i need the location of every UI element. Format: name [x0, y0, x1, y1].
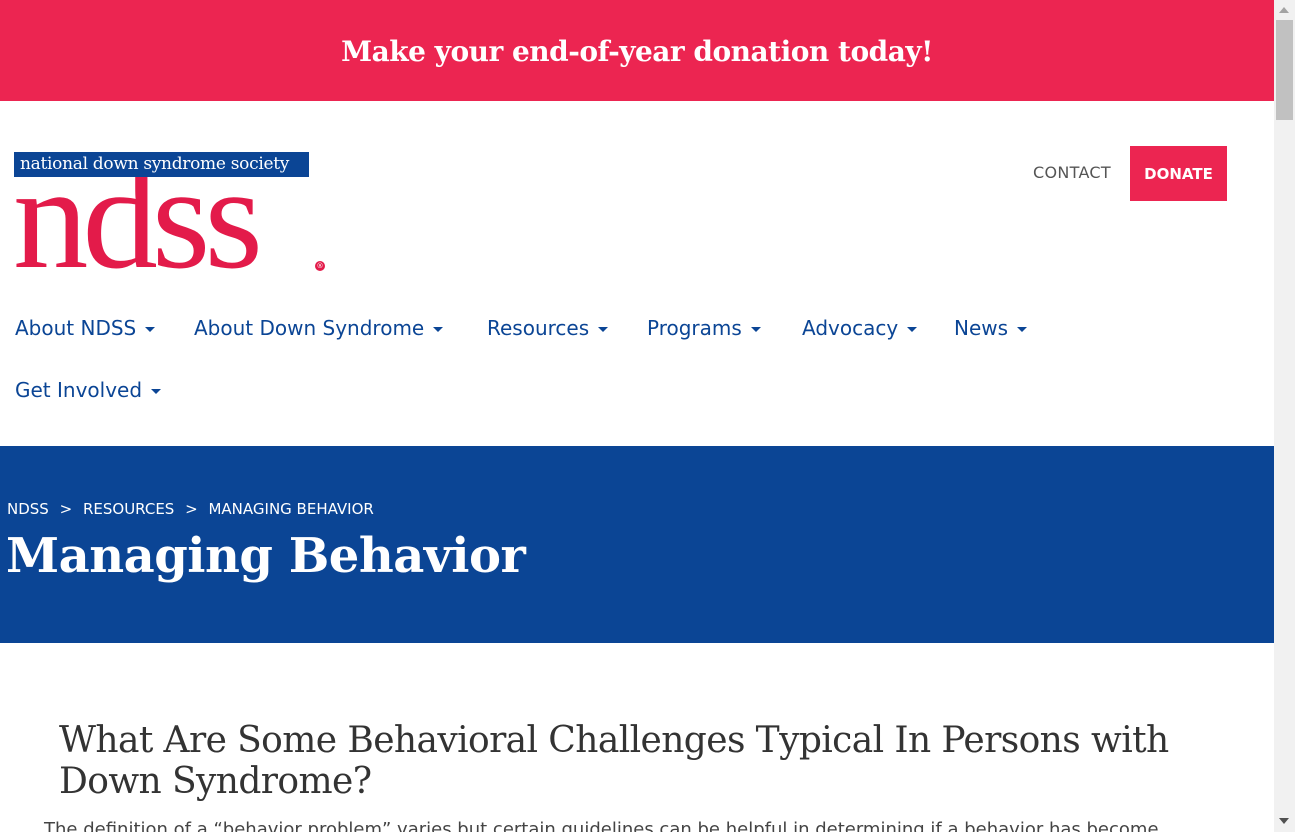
caret-down-icon [598, 326, 609, 332]
breadcrumb-separator: > [185, 500, 198, 518]
caret-down-icon [750, 326, 761, 332]
caret-down-icon [433, 326, 444, 332]
body-paragraph: The definition of a “behavior problem” v… [44, 819, 1159, 832]
caret-down-icon [1017, 326, 1028, 332]
nav-label: Get Involved [15, 378, 143, 402]
nav-label: Advocacy [802, 316, 899, 340]
nav-label: Resources [487, 316, 590, 340]
scroll-down-arrow-icon[interactable] [1279, 818, 1289, 824]
nav-label: Programs [647, 316, 742, 340]
donate-button[interactable]: DONATE [1130, 146, 1227, 201]
nav-get-involved[interactable]: Get Involved [15, 378, 162, 402]
scrollbar-thumb[interactable] [1276, 20, 1293, 120]
breadcrumb-resources[interactable]: RESOURCES [83, 500, 174, 518]
breadcrumb-ndss[interactable]: NDSS [7, 500, 49, 518]
nav-label: News [954, 316, 1009, 340]
nav-about-down-syndrome[interactable]: About Down Syndrome [194, 316, 444, 340]
donation-banner[interactable]: Make your end-of-year donation today! [0, 0, 1274, 101]
banner-text[interactable]: Make your end-of-year donation today! [341, 35, 933, 68]
vertical-scrollbar[interactable] [1274, 0, 1295, 832]
contact-link[interactable]: CONTACT [1033, 163, 1111, 182]
nav-advocacy[interactable]: Advocacy [802, 316, 918, 340]
nav-about-ndss[interactable]: About NDSS [15, 316, 156, 340]
ndss-logo[interactable]: ndss national down syndrome society ® [13, 126, 328, 292]
caret-down-icon [151, 388, 162, 394]
caret-down-icon [907, 326, 918, 332]
nav-news[interactable]: News [954, 316, 1028, 340]
registered-mark: ® [315, 261, 325, 271]
logo-tagline: national down syndrome society [14, 152, 309, 177]
nav-label: About NDSS [15, 316, 137, 340]
nav-resources[interactable]: Resources [487, 316, 609, 340]
nav-label: About Down Syndrome [194, 316, 425, 340]
breadcrumb-separator: > [59, 500, 73, 518]
scroll-up-arrow-icon[interactable] [1279, 7, 1289, 13]
page: Make your end-of-year donation today! nd… [0, 0, 1274, 832]
section-heading: What Are Some Behavioral Challenges Typi… [59, 720, 1169, 802]
caret-down-icon [145, 326, 156, 332]
page-title: Managing Behavior [6, 528, 526, 584]
nav-programs[interactable]: Programs [647, 316, 761, 340]
breadcrumb-current: MANAGING BEHAVIOR [208, 500, 374, 518]
breadcrumb: NDSS > RESOURCES > MANAGING BEHAVIOR [7, 500, 374, 518]
page-hero: NDSS > RESOURCES > MANAGING BEHAVIOR Man… [0, 446, 1274, 643]
